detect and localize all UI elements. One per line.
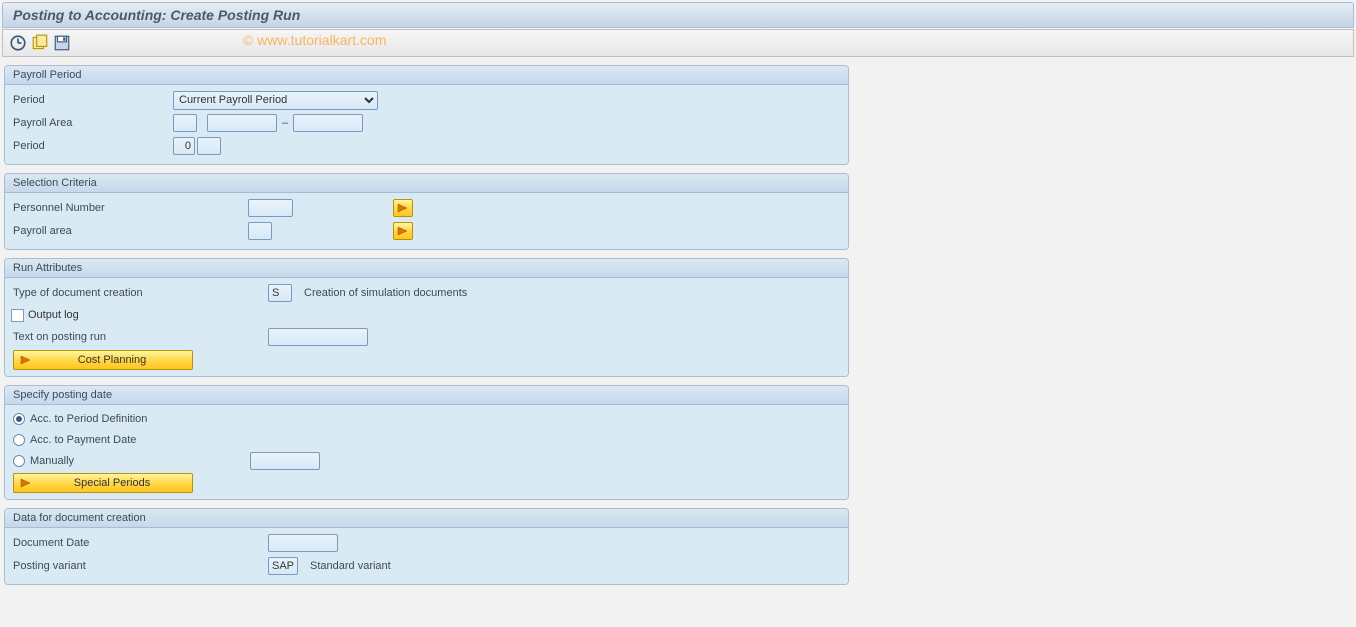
payroll-area-input[interactable] [173,114,197,132]
group-doc-creation: Data for document creation Document Date… [4,508,849,585]
posting-variant-text: Standard variant [310,560,391,572]
text-posting-input[interactable] [268,328,368,346]
label-opt1: Acc. to Period Definition [30,413,250,425]
toolbar: © www.tutorialkart.com [2,29,1354,57]
label-opt2: Acc. to Payment Date [30,434,250,446]
group-header: Payroll Period [5,66,848,85]
variant-icon[interactable] [31,34,49,52]
group-header: Selection Criteria [5,174,848,193]
radio-period-definition[interactable] [13,413,25,425]
cost-planning-label: Cost Planning [38,354,186,366]
radio-payment-date[interactable] [13,434,25,446]
posting-variant-input[interactable] [268,557,298,575]
label-text-posting: Text on posting run [13,331,268,343]
watermark: © www.tutorialkart.com [243,32,386,48]
execute-icon[interactable] [9,34,27,52]
group-header: Specify posting date [5,386,848,405]
output-log-checkbox[interactable] [11,309,24,322]
payroll-area-more-button[interactable] [393,222,413,240]
doc-type-text: Creation of simulation documents [304,287,467,299]
dash-separator: – [282,117,288,129]
label-doc-date: Document Date [13,537,268,549]
manual-date-input[interactable] [250,452,320,470]
doc-date-input[interactable] [268,534,338,552]
label-opt3: Manually [30,455,250,467]
label-payroll-area: Payroll Area [13,117,173,129]
payroll-area-from[interactable] [207,114,277,132]
period-select[interactable]: Current Payroll Period [173,91,378,110]
group-selection-criteria: Selection Criteria Personnel Number Payr… [4,173,849,250]
cost-planning-button[interactable]: Cost Planning [13,350,193,370]
payroll-area2-input[interactable] [248,222,272,240]
label-period: Period [13,94,173,106]
arrow-right-icon [20,478,34,488]
group-header: Data for document creation [5,509,848,528]
label-output-log: Output log [28,309,79,321]
label-payroll-area2: Payroll area [13,225,248,237]
group-posting-date: Specify posting date Acc. to Period Defi… [4,385,849,500]
personnel-number-input[interactable] [248,199,293,217]
label-period2: Period [13,140,173,152]
group-run-attributes: Run Attributes Type of document creation… [4,258,849,377]
doc-type-input[interactable] [268,284,292,302]
personnel-number-more-button[interactable] [393,199,413,217]
special-periods-button[interactable]: Special Periods [13,473,193,493]
page-title: Posting to Accounting: Create Posting Ru… [2,2,1354,28]
group-payroll-period: Payroll Period Period Current Payroll Pe… [4,65,849,165]
arrow-right-icon [20,355,34,365]
group-header: Run Attributes [5,259,848,278]
payroll-area-to[interactable] [293,114,363,132]
save-icon[interactable] [53,34,71,52]
period2-input[interactable] [173,137,195,155]
label-personnel-number: Personnel Number [13,202,248,214]
radio-manually[interactable] [13,455,25,467]
special-periods-label: Special Periods [38,477,186,489]
label-doc-type: Type of document creation [13,287,268,299]
label-posting-variant: Posting variant [13,560,268,572]
period2-extra-input[interactable] [197,137,221,155]
